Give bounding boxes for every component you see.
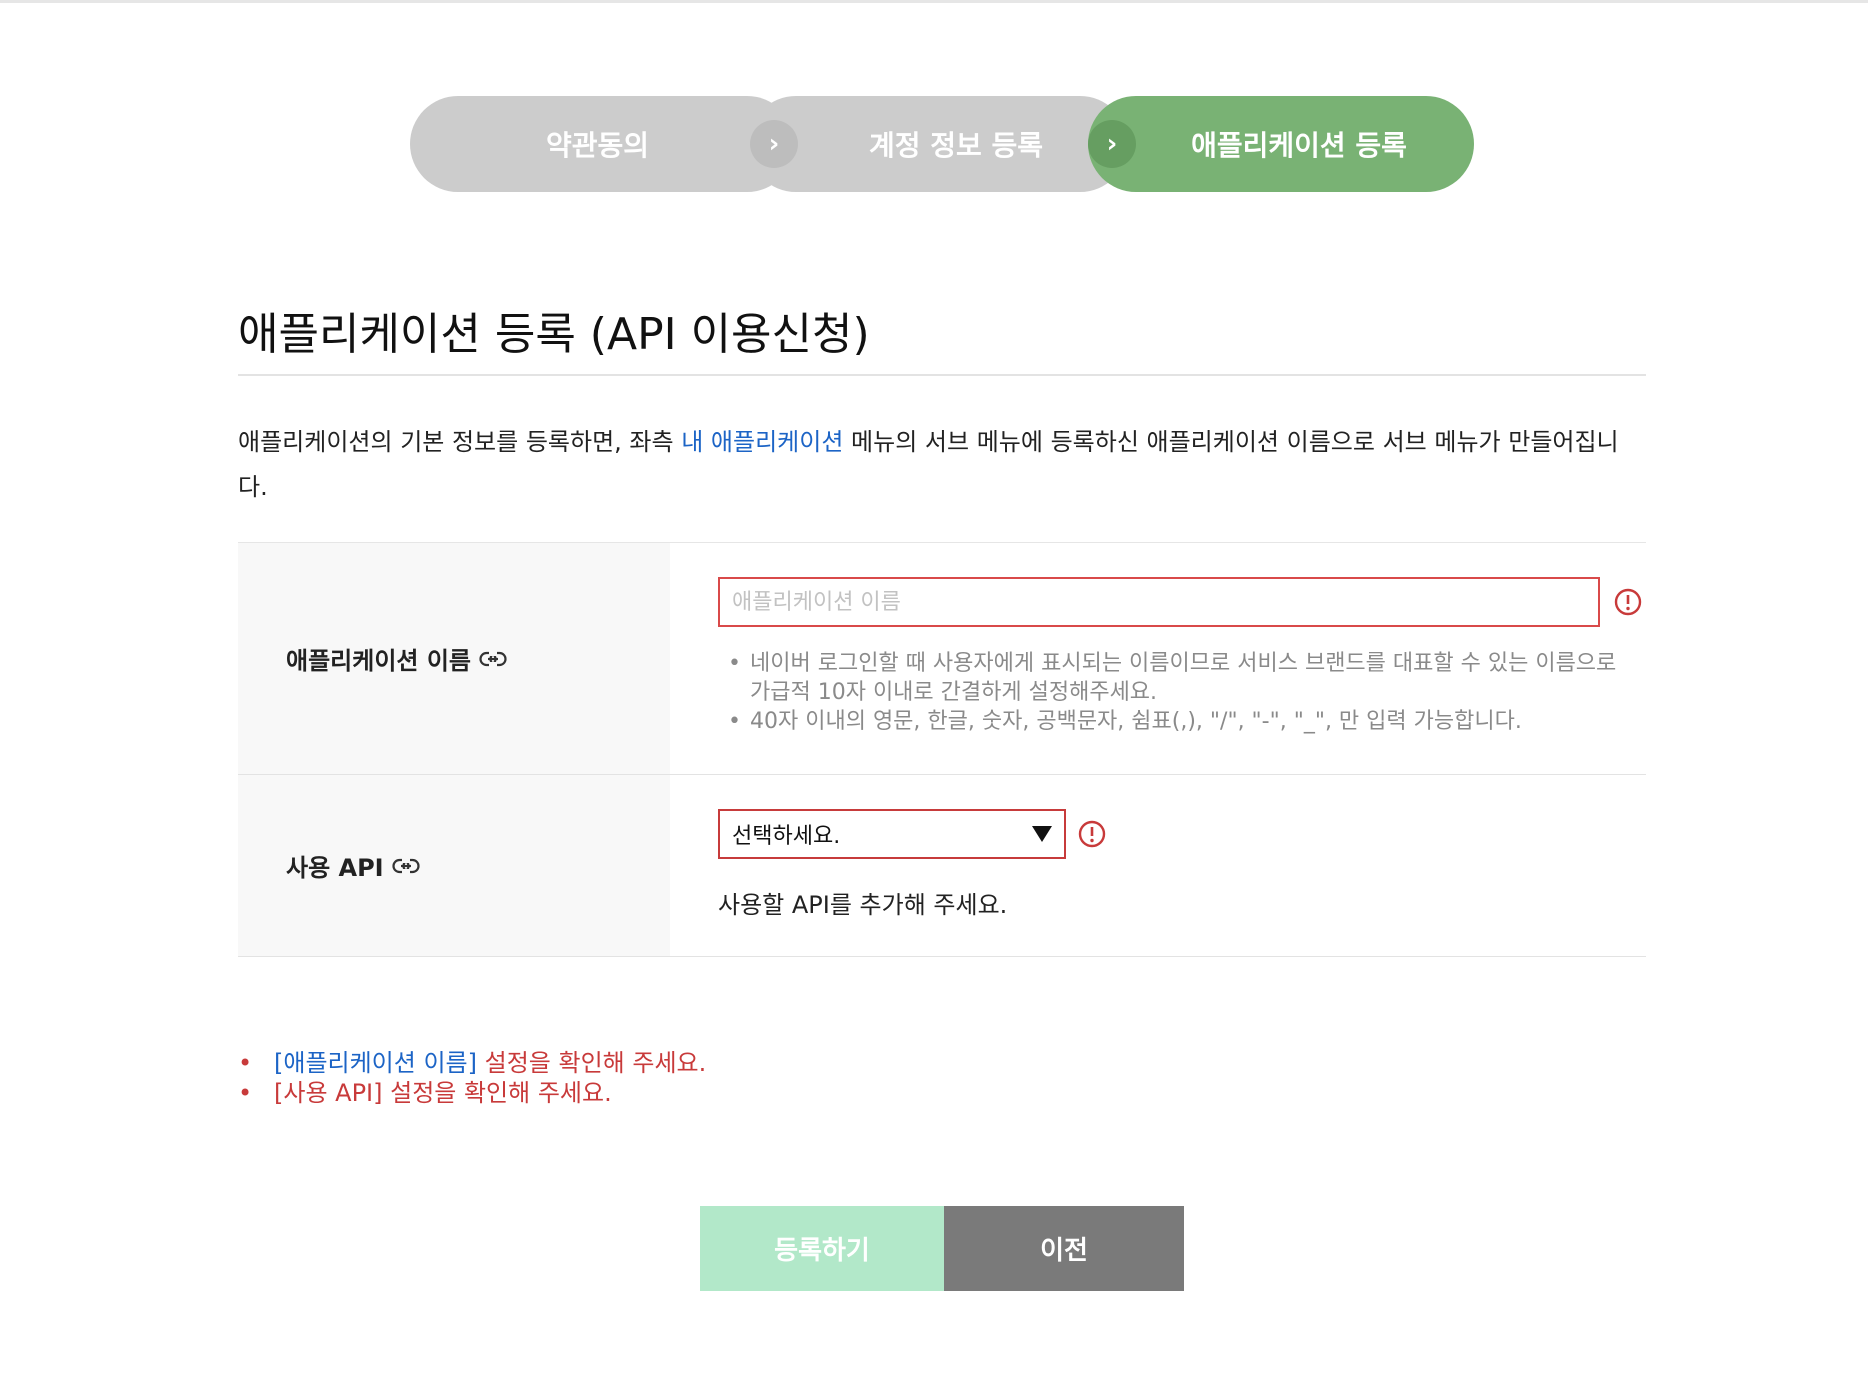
title-divider bbox=[238, 374, 1646, 376]
chevron-right-icon: › bbox=[750, 120, 798, 168]
validation-error-list: [애플리케이션 이름] 설정을 확인해 주세요. [사용 API] 설정을 확인… bbox=[238, 1048, 706, 1108]
register-button[interactable]: 등록하기 bbox=[700, 1206, 944, 1291]
help-item: 40자 이내의 영문, 한글, 숫자, 공백문자, 쉼표(,), "/", "-… bbox=[728, 707, 1630, 736]
help-item: 네이버 로그인할 때 사용자에게 표시되는 이름이므로 서비스 브랜드를 대표할… bbox=[728, 649, 1630, 707]
top-divider bbox=[0, 0, 1868, 3]
step-label: 약관동의 bbox=[545, 129, 650, 162]
step-terms-agreement: 약관동의 bbox=[410, 96, 795, 192]
exclamation-circle-icon bbox=[1614, 588, 1642, 616]
field-label-api: 사용 API bbox=[238, 775, 670, 956]
my-applications-link[interactable]: 내 애플리케이션 bbox=[681, 428, 843, 456]
api-select-value: 선택하세요. bbox=[732, 824, 841, 849]
exclamation-circle-icon bbox=[1078, 820, 1106, 848]
page-title: 애플리케이션 등록 (API 이용신청) bbox=[238, 309, 870, 360]
error-message: 설정을 확인해 주세요. bbox=[477, 1049, 707, 1077]
label-text: 애플리케이션 이름 bbox=[286, 647, 471, 675]
description-text: 애플리케이션의 기본 정보를 등록하면, 좌측 bbox=[238, 428, 682, 456]
registration-stepper: 약관동의 계정 정보 등록 애플리케이션 등록 › › bbox=[410, 96, 1474, 192]
step-label: 애플리케이션 등록 bbox=[1191, 129, 1407, 162]
previous-button[interactable]: 이전 bbox=[944, 1206, 1184, 1291]
step-label: 계정 정보 등록 bbox=[868, 129, 1044, 162]
error-item: [사용 API] 설정을 확인해 주세요. bbox=[238, 1078, 706, 1108]
api-select[interactable]: 선택하세요. bbox=[718, 809, 1066, 859]
step-app-registration: 애플리케이션 등록 bbox=[1088, 96, 1474, 192]
step-account-info: 계정 정보 등록 bbox=[748, 96, 1128, 192]
app-name-input[interactable] bbox=[718, 577, 1600, 627]
chevron-right-icon: › bbox=[1088, 120, 1136, 168]
label-text: 사용 API bbox=[286, 854, 384, 882]
app-name-help-list: 네이버 로그인할 때 사용자에게 표시되는 이름이므로 서비스 브랜드를 대표할… bbox=[718, 649, 1630, 736]
triangle-down-icon bbox=[1032, 826, 1052, 842]
link-icon[interactable] bbox=[392, 852, 420, 880]
registration-form: 애플리케이션 이름 네이버 로그 bbox=[238, 542, 1646, 957]
field-content-api: 선택하세요. 사용할 API를 추가해 주세요. bbox=[670, 775, 1646, 956]
form-row-api: 사용 API 선택하세요. 사용할 API를 추가해 주세요. bbox=[238, 775, 1646, 957]
error-item: [애플리케이션 이름] 설정을 확인해 주세요. bbox=[238, 1048, 707, 1078]
field-label-app-name: 애플리케이션 이름 bbox=[238, 543, 670, 774]
link-icon[interactable] bbox=[479, 645, 507, 673]
form-row-app-name: 애플리케이션 이름 네이버 로그 bbox=[238, 543, 1646, 775]
page-description: 애플리케이션의 기본 정보를 등록하면, 좌측 내 애플리케이션 메뉴의 서브 … bbox=[238, 420, 1646, 510]
error-field-name: [사용 API] bbox=[274, 1079, 383, 1107]
field-content-app-name: 네이버 로그인할 때 사용자에게 표시되는 이름이므로 서비스 브랜드를 대표할… bbox=[670, 543, 1646, 774]
api-help-text: 사용할 API를 추가해 주세요. bbox=[718, 891, 1008, 919]
error-message: 설정을 확인해 주세요. bbox=[382, 1079, 612, 1107]
error-field-link[interactable]: [애플리케이션 이름] bbox=[274, 1049, 477, 1077]
